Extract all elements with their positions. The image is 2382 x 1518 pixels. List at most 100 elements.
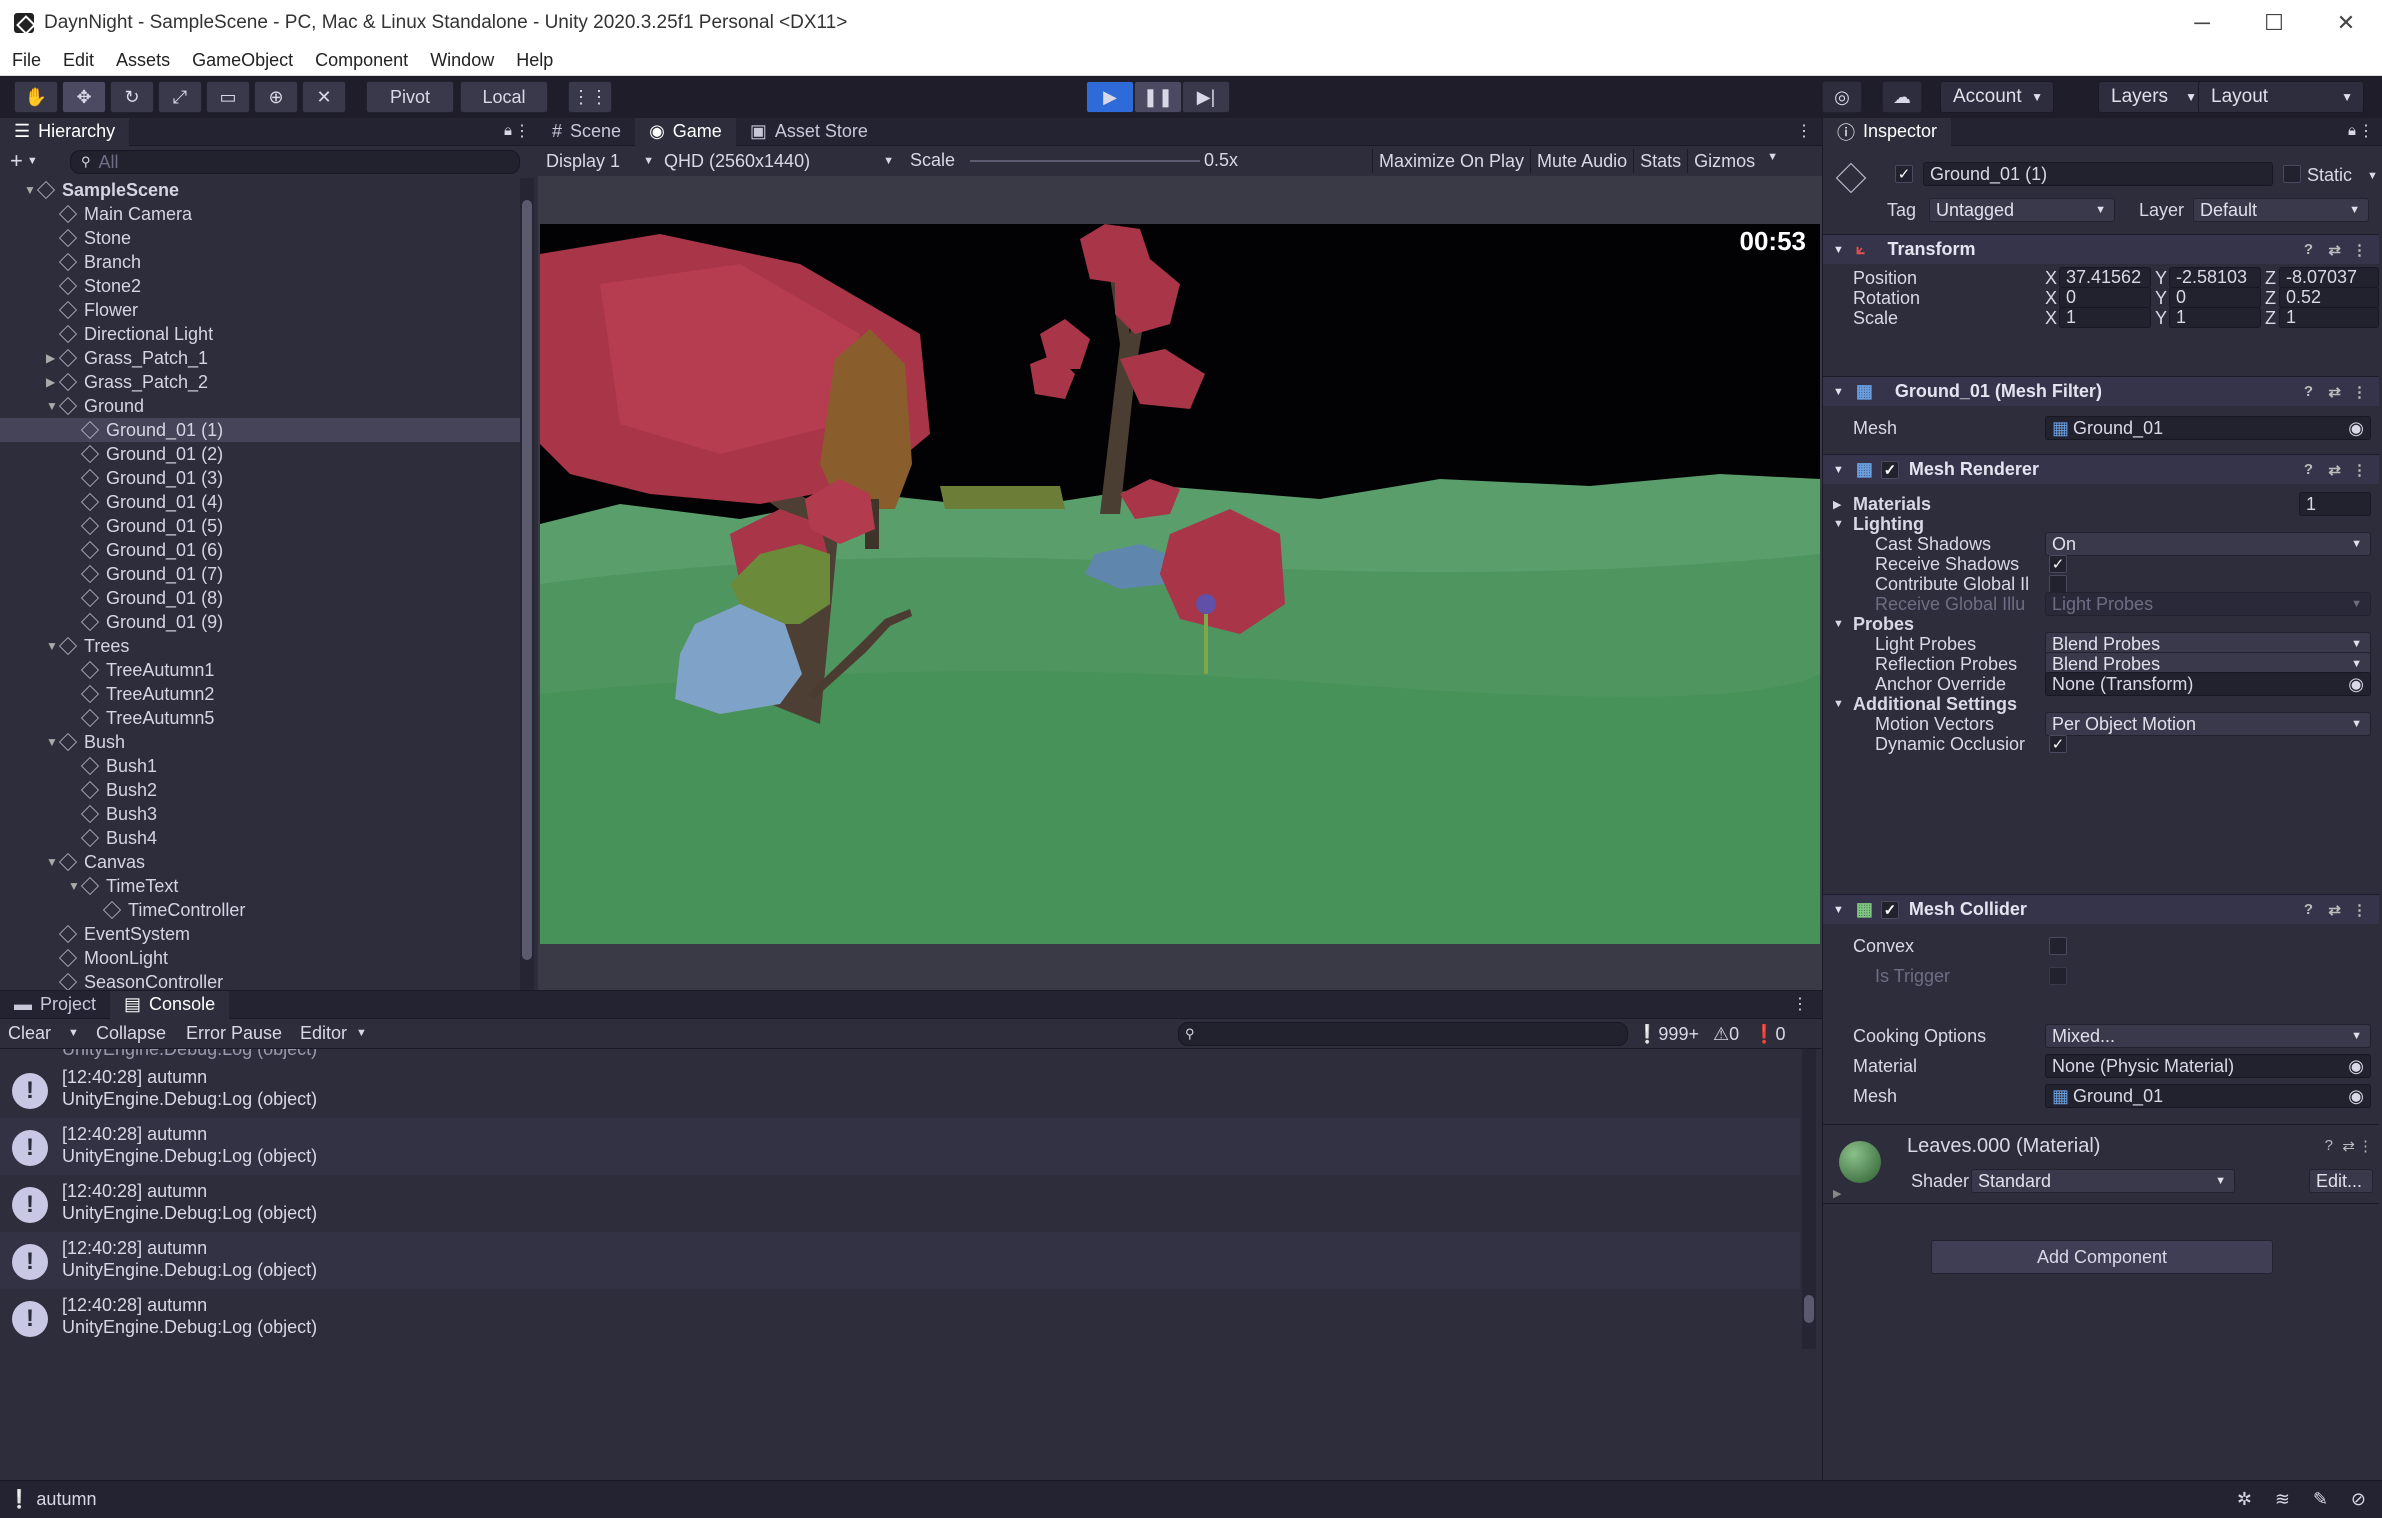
- menu-help[interactable]: Help: [504, 50, 563, 71]
- chevron-down-icon[interactable]: ▼: [46, 399, 60, 413]
- layout-dropdown[interactable]: Layout ▼: [2198, 81, 2364, 113]
- hierarchy-item[interactable]: TreeAutumn2: [0, 682, 520, 706]
- status-message[interactable]: autumn: [36, 1489, 96, 1510]
- rect-tool-icon[interactable]: ▭: [206, 81, 250, 113]
- hierarchy-item[interactable]: ▼ SampleScene: [0, 178, 520, 202]
- chevron-down-icon[interactable]: ▼: [68, 879, 82, 893]
- static-checkbox[interactable]: [2283, 165, 2301, 183]
- panel-menu-icon[interactable]: ⋮: [1796, 121, 1812, 141]
- hierarchy-item[interactable]: ▼ Trees: [0, 634, 520, 658]
- hierarchy-item[interactable]: Bush1: [0, 754, 520, 778]
- component-menu-icon[interactable]: ⋮: [2352, 241, 2367, 259]
- object-picker-icon[interactable]: ◉: [2348, 1086, 2364, 1107]
- console-entry[interactable]: ! [12:40:28] autumn UnityEngine.Debug:Log …: [0, 1118, 1800, 1175]
- chevron-down-icon[interactable]: ▼: [2367, 170, 2378, 182]
- error-pause-button[interactable]: Error Pause: [186, 1023, 282, 1044]
- hierarchy-item[interactable]: SeasonController: [0, 970, 520, 990]
- chevron-down-icon[interactable]: ▼: [1833, 698, 1844, 710]
- anchor-override-field[interactable]: None (Transform) ◉: [2045, 672, 2371, 696]
- cooking-options-dropdown[interactable]: Mixed... ▼: [2045, 1024, 2371, 1048]
- mesh-collider-header[interactable]: ▼ ▦ ✓ Mesh Collider ? ⇄ ⋮: [1823, 894, 2379, 924]
- y-axis-label[interactable]: Y: [2155, 288, 2167, 309]
- chevron-right-icon[interactable]: ▶: [1833, 1187, 1841, 1200]
- scale-y-input[interactable]: 1: [2169, 307, 2261, 328]
- object-picker-icon[interactable]: ◉: [2348, 674, 2364, 695]
- convex-checkbox[interactable]: [2049, 937, 2067, 955]
- custom-tool-icon[interactable]: ✕: [302, 81, 346, 113]
- collider-mesh-field[interactable]: ▦ Ground_01 ◉: [2045, 1084, 2371, 1108]
- hierarchy-item[interactable]: ▶ Grass_Patch_1: [0, 346, 520, 370]
- scrollbar-thumb[interactable]: [522, 200, 532, 960]
- x-axis-label[interactable]: X: [2045, 308, 2057, 329]
- scale-x-input[interactable]: 1: [2059, 307, 2151, 328]
- menu-edit[interactable]: Edit: [51, 50, 104, 71]
- local-toggle[interactable]: Local: [460, 81, 548, 113]
- shader-dropdown[interactable]: Standard ▼: [1971, 1169, 2235, 1193]
- rotation-z-input[interactable]: 0.52: [2279, 287, 2379, 308]
- cloud-icon[interactable]: ☁: [1882, 81, 1922, 113]
- step-button[interactable]: ▶|: [1182, 81, 1230, 113]
- component-menu-icon[interactable]: ⋮: [2358, 1137, 2373, 1155]
- receive-shadows-checkbox[interactable]: ✓: [2049, 555, 2067, 573]
- chevron-right-icon[interactable]: ▶: [46, 375, 60, 389]
- chevron-down-icon[interactable]: ▼: [27, 155, 38, 167]
- y-axis-label[interactable]: Y: [2155, 308, 2167, 329]
- hierarchy-item[interactable]: Bush2: [0, 778, 520, 802]
- grid-snap-icon[interactable]: ⋮⋮: [568, 81, 612, 113]
- minimize-button[interactable]: ─: [2168, 0, 2236, 46]
- layer-dropdown[interactable]: Default ▼: [2193, 198, 2369, 222]
- hierarchy-item[interactable]: Ground_01 (2): [0, 442, 520, 466]
- additional-settings-label[interactable]: Additional Settings: [1853, 694, 2017, 715]
- hierarchy-item[interactable]: Bush4: [0, 826, 520, 850]
- scale-tool-icon[interactable]: ⤢: [158, 81, 202, 113]
- console-entry[interactable]: ! [12:40:28] autumn UnityEngine.Debug:Log …: [0, 1289, 1800, 1346]
- hierarchy-item[interactable]: Stone: [0, 226, 520, 250]
- move-tool-icon[interactable]: ✥: [62, 81, 106, 113]
- chevron-right-icon[interactable]: ▶: [1833, 498, 1841, 511]
- resolution-dropdown[interactable]: QHD (2560x1440) ▼: [664, 149, 898, 173]
- component-menu-icon[interactable]: ⋮: [2352, 383, 2367, 401]
- clear-button[interactable]: Clear: [8, 1023, 51, 1044]
- hierarchy-search-input[interactable]: ⚲ All: [70, 150, 520, 174]
- panel-menu-icon[interactable]: ⋮: [1792, 994, 1808, 1014]
- tab-asset-store[interactable]: ▣ Asset Store: [736, 118, 882, 146]
- create-button[interactable]: +: [10, 148, 23, 174]
- z-axis-label[interactable]: Z: [2265, 268, 2276, 289]
- lighting-label[interactable]: Lighting: [1853, 514, 1924, 535]
- mesh-renderer-header[interactable]: ▼ ▦ ✓ Mesh Renderer ? ⇄ ⋮: [1823, 454, 2379, 484]
- hierarchy-item[interactable]: Ground_01 (4): [0, 490, 520, 514]
- hierarchy-scrollbar[interactable]: [520, 178, 534, 990]
- dynamic-occlusion-checkbox[interactable]: ✓: [2049, 735, 2067, 753]
- rotation-y-input[interactable]: 0: [2169, 287, 2261, 308]
- add-component-button[interactable]: Add Component: [1931, 1240, 2273, 1274]
- console-search-input[interactable]: ⚲: [1178, 1022, 1628, 1046]
- progress-icon[interactable]: ⊘: [2351, 1489, 2366, 1510]
- hierarchy-item[interactable]: TimeController: [0, 898, 520, 922]
- console-entry[interactable]: ! [12:40:28] autumn UnityEngine.Debug:Log …: [0, 1061, 1800, 1118]
- menu-assets[interactable]: Assets: [104, 50, 180, 71]
- game-viewport[interactable]: 00:53: [540, 224, 1820, 944]
- shader-edit-button[interactable]: Edit...: [2309, 1169, 2373, 1193]
- menu-file[interactable]: File: [0, 50, 51, 71]
- hierarchy-item[interactable]: Ground_01 (8): [0, 586, 520, 610]
- materials-count-field[interactable]: 1: [2299, 492, 2371, 516]
- object-picker-icon[interactable]: ◉: [2348, 1056, 2364, 1077]
- play-button[interactable]: ▶: [1086, 81, 1134, 113]
- mesh-filter-header[interactable]: ▼ ▦ Ground_01 (Mesh Filter) ? ⇄ ⋮: [1823, 376, 2379, 406]
- hierarchy-item[interactable]: Ground_01 (1): [0, 418, 520, 442]
- hierarchy-item[interactable]: Ground_01 (3): [0, 466, 520, 490]
- mesh-filter-mesh-field[interactable]: ▦ Ground_01 ◉: [2045, 416, 2371, 440]
- maximize-button[interactable]: ☐: [2240, 0, 2308, 46]
- lock-icon[interactable]: 🔒︎: [2348, 122, 2356, 139]
- lock-icon[interactable]: 🔒︎: [504, 122, 512, 139]
- hierarchy-item[interactable]: Ground_01 (5): [0, 514, 520, 538]
- tab-console[interactable]: ▤ Console: [110, 990, 230, 1019]
- hierarchy-item[interactable]: MoonLight: [0, 946, 520, 970]
- motion-vectors-dropdown[interactable]: Per Object Motion ▼: [2045, 712, 2371, 736]
- hierarchy-item[interactable]: Directional Light: [0, 322, 520, 346]
- hand-tool-icon[interactable]: ✋: [14, 81, 58, 113]
- transform-tool-icon[interactable]: ⊕: [254, 81, 298, 113]
- tab-inspector[interactable]: ⓘ Inspector: [1823, 117, 1952, 146]
- panel-menu-icon[interactable]: ⋮: [514, 121, 530, 141]
- materials-label[interactable]: Materials: [1853, 494, 1931, 515]
